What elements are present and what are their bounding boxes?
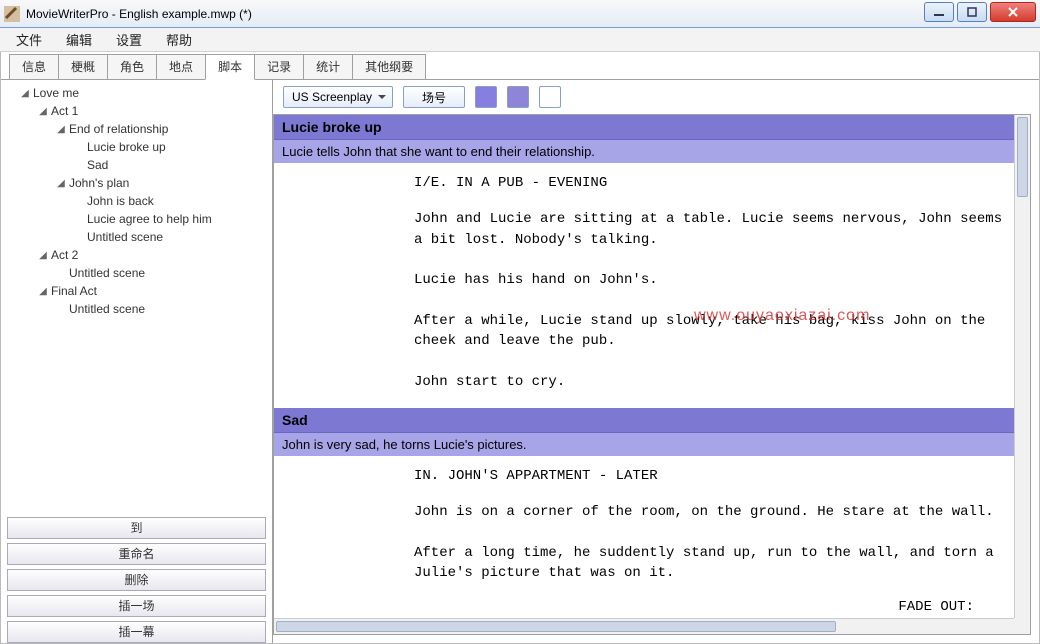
tree-act2[interactable]: ◢Act 2 xyxy=(1,246,272,264)
menu-edit[interactable]: 编辑 xyxy=(56,27,102,52)
tree-untitled-1[interactable]: Untitled scene xyxy=(1,228,272,246)
scene-description[interactable]: John is very sad, he torns Lucie's pictu… xyxy=(274,433,1014,456)
tree-root[interactable]: ◢Love me xyxy=(1,84,272,102)
menu-settings[interactable]: 设置 xyxy=(106,27,152,52)
tree-lucie-agree[interactable]: Lucie agree to help him xyxy=(1,210,272,228)
collapse-icon: ◢ xyxy=(37,106,49,117)
maximize-button[interactable] xyxy=(957,2,987,22)
rename-button[interactable]: 重命名 xyxy=(7,543,266,565)
insert-scene-button[interactable]: 插一场 xyxy=(7,595,266,617)
script-editor-frame: Lucie broke up Lucie tells John that she… xyxy=(273,114,1031,635)
tree-john-is-back[interactable]: John is back xyxy=(1,192,272,210)
scene-body[interactable]: John is on a corner of the room, on the … xyxy=(274,502,1014,599)
menu-bar: 文件 编辑 设置 帮助 xyxy=(0,28,1040,52)
scene-number-button[interactable]: 场号 xyxy=(403,86,465,108)
app-icon xyxy=(4,6,20,22)
scrollbar-corner xyxy=(1014,618,1030,634)
tab-strip: 信息 梗概 角色 地点 脚本 记录 统计 其他纲要 xyxy=(1,52,1039,80)
close-button[interactable] xyxy=(990,2,1036,22)
script-pane: US Screenplay 场号 Lucie broke up Lucie te… xyxy=(273,80,1039,643)
tab-info[interactable]: 信息 xyxy=(9,54,59,79)
tree-lucie-broke-up[interactable]: Lucie broke up xyxy=(1,138,272,156)
scene-body[interactable]: John and Lucie are sitting at a table. L… xyxy=(274,209,1014,408)
menu-help[interactable]: 帮助 xyxy=(156,27,202,52)
delete-button[interactable]: 删除 xyxy=(7,569,266,591)
tree-untitled-2[interactable]: Untitled scene xyxy=(1,264,272,282)
tree-final-act[interactable]: ◢Final Act xyxy=(1,282,272,300)
scene-slugline[interactable]: IN. JOHN'S APPARTMENT - LATER xyxy=(274,456,1014,502)
window-controls xyxy=(924,2,1036,22)
scene-transition[interactable]: FADE OUT: xyxy=(274,599,1014,615)
color-swatch-2[interactable] xyxy=(507,86,529,108)
menu-file[interactable]: 文件 xyxy=(6,27,52,52)
tab-outline[interactable]: 其他纲要 xyxy=(352,54,426,79)
color-swatch-1[interactable] xyxy=(475,86,497,108)
minimize-button[interactable] xyxy=(924,2,954,22)
tree-johns-plan[interactable]: ◢John's plan xyxy=(1,174,272,192)
scrollbar-thumb[interactable] xyxy=(1017,117,1028,197)
horizontal-scrollbar[interactable] xyxy=(274,618,1014,634)
tab-script[interactable]: 脚本 xyxy=(205,54,255,80)
scrollbar-thumb[interactable] xyxy=(276,621,836,632)
tree-untitled-3[interactable]: Untitled scene xyxy=(1,300,272,318)
vertical-scrollbar[interactable] xyxy=(1014,115,1030,618)
script-toolbar: US Screenplay 场号 xyxy=(273,80,1039,114)
color-swatch-3[interactable] xyxy=(539,86,561,108)
scene-title[interactable]: Sad xyxy=(274,408,1014,433)
collapse-icon: ◢ xyxy=(37,286,49,297)
tab-log[interactable]: 记录 xyxy=(254,54,304,79)
outline-tree[interactable]: ◢Love me ◢Act 1 ◢End of relationship Luc… xyxy=(1,80,272,513)
tree-end-of-relationship[interactable]: ◢End of relationship xyxy=(1,120,272,138)
script-editor[interactable]: Lucie broke up Lucie tells John that she… xyxy=(274,115,1014,618)
collapse-icon: ◢ xyxy=(55,178,67,189)
scene-slugline[interactable]: I/E. IN A PUB - EVENING xyxy=(274,163,1014,209)
format-select[interactable]: US Screenplay xyxy=(283,86,393,108)
tree-act1[interactable]: ◢Act 1 xyxy=(1,102,272,120)
tab-stats[interactable]: 统计 xyxy=(303,54,353,79)
scene-description[interactable]: Lucie tells John that she want to end th… xyxy=(274,140,1014,163)
sidebar-buttons: 到 重命名 删除 插一场 插一幕 xyxy=(1,513,272,643)
tab-locations[interactable]: 地点 xyxy=(156,54,206,79)
tab-characters[interactable]: 角色 xyxy=(107,54,157,79)
collapse-icon: ◢ xyxy=(19,88,31,99)
insert-act-button[interactable]: 插一幕 xyxy=(7,621,266,643)
sidebar: ◢Love me ◢Act 1 ◢End of relationship Luc… xyxy=(1,80,273,643)
goto-button[interactable]: 到 xyxy=(7,517,266,539)
tab-synopsis[interactable]: 梗概 xyxy=(58,54,108,79)
title-bar: MovieWriterPro - English example.mwp (*) xyxy=(0,0,1040,28)
format-select-label: US Screenplay xyxy=(292,90,372,104)
window-title: MovieWriterPro - English example.mwp (*) xyxy=(26,7,252,21)
scene-title[interactable]: Lucie broke up xyxy=(274,115,1014,140)
collapse-icon: ◢ xyxy=(37,250,49,261)
tree-sad[interactable]: Sad xyxy=(1,156,272,174)
collapse-icon: ◢ xyxy=(55,124,67,135)
